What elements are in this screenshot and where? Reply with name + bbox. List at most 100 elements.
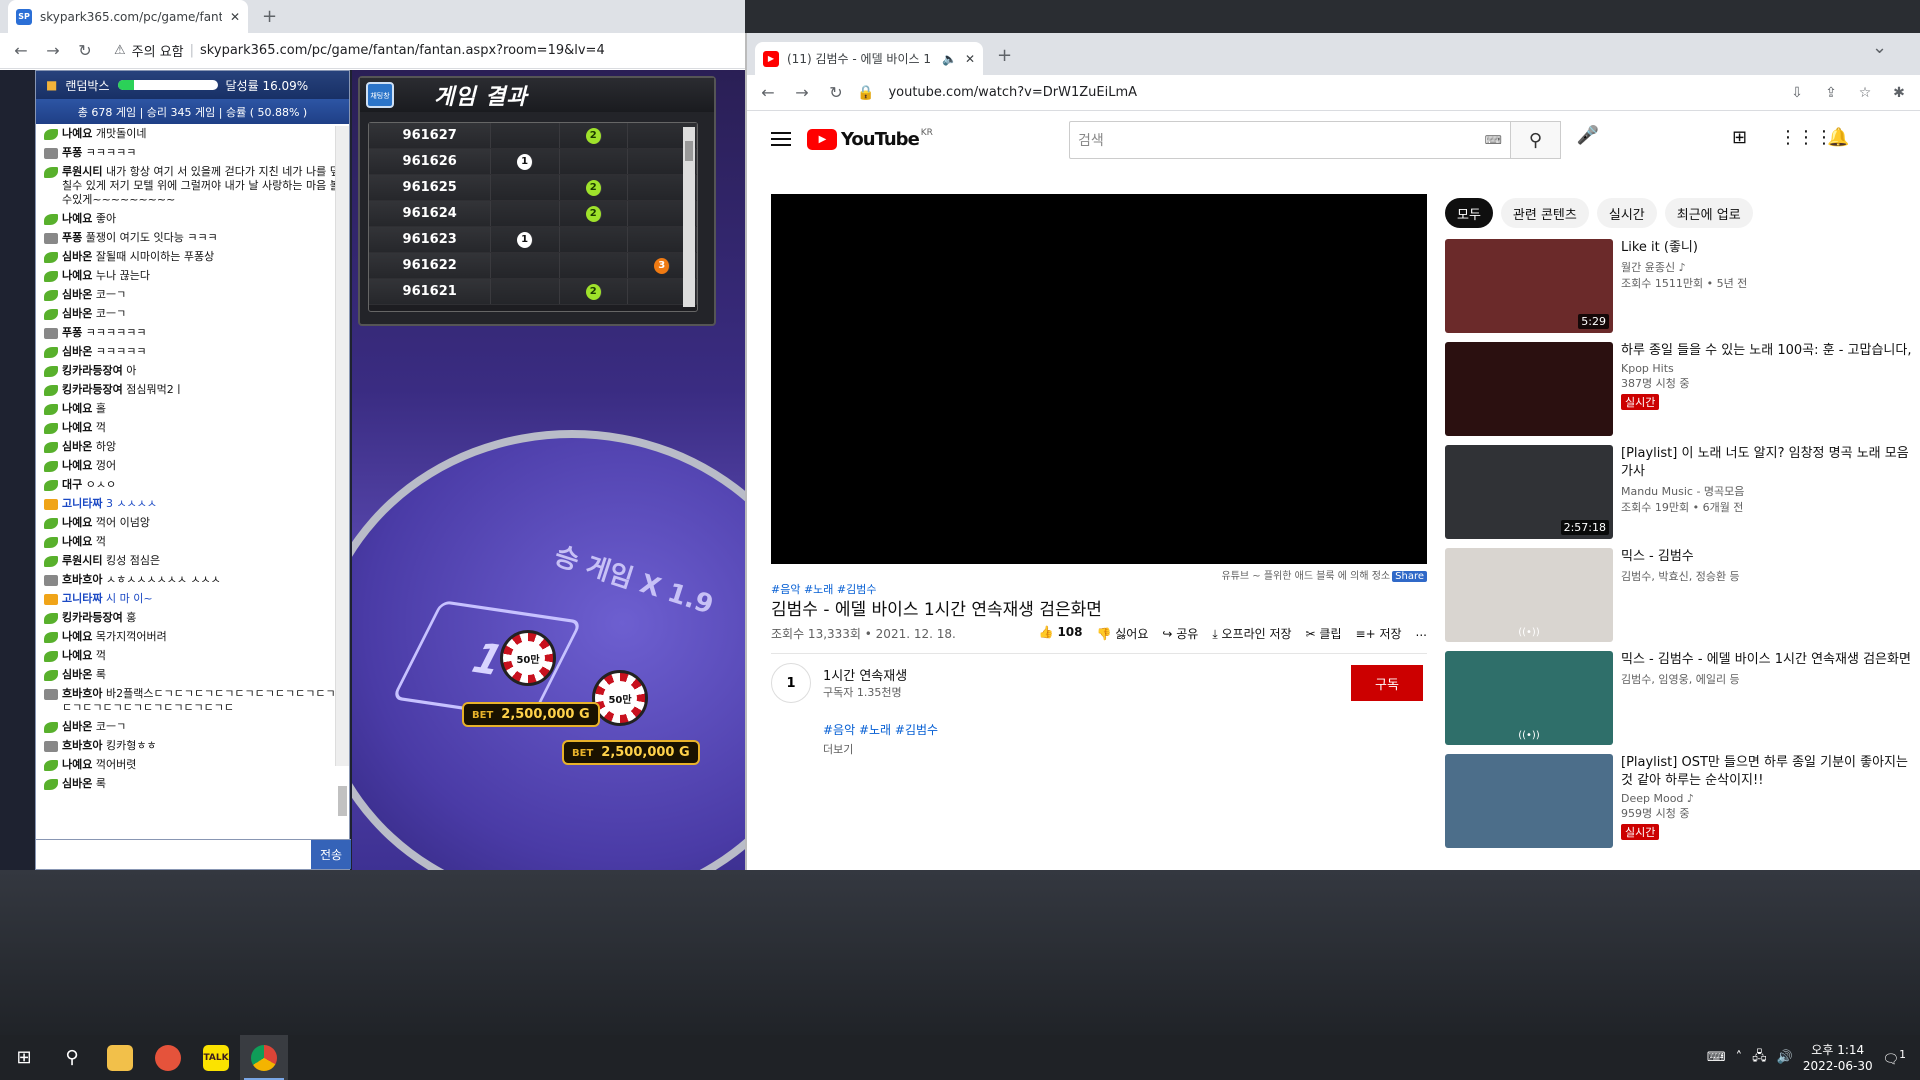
- rec-title[interactable]: 하루 종일 들을 수 있는 노래 100곡: 훈 - 고맙습니다,: [1621, 342, 1920, 360]
- search-icon[interactable]: ⚲: [48, 1035, 96, 1080]
- chat-scrollbar[interactable]: [335, 126, 349, 816]
- video-thumbnail[interactable]: [1445, 342, 1613, 436]
- create-icon[interactable]: ⊞: [1732, 127, 1747, 148]
- filter-chip[interactable]: 최근에 업로: [1664, 198, 1753, 228]
- chat-user[interactable]: 고니타짜: [62, 497, 102, 510]
- avatar[interactable]: 1: [771, 663, 811, 703]
- chat-user[interactable]: 루원시티: [62, 554, 102, 567]
- back-icon[interactable]: ←: [755, 83, 781, 102]
- chat-user[interactable]: 나예요: [62, 402, 92, 415]
- chat-user[interactable]: 심바온: [62, 250, 92, 263]
- chat-user[interactable]: 나예요: [62, 212, 92, 225]
- subscribe-button[interactable]: 구독: [1351, 665, 1423, 701]
- video-thumbnail[interactable]: 5:29: [1445, 239, 1613, 333]
- save-button[interactable]: ≡+ 저장: [1356, 625, 1402, 642]
- windows-start-icon[interactable]: ⊞: [0, 1035, 48, 1080]
- like-button[interactable]: 👍 108: [1039, 625, 1083, 642]
- reload-icon[interactable]: ↻: [72, 41, 98, 60]
- dislike-button[interactable]: 👎 싫어요: [1097, 625, 1149, 642]
- recommended-video[interactable]: 5:29 Like it (좋니) 월간 윤종신 ♪ 조회수 1511만회 • 5년 …: [1445, 239, 1920, 342]
- right-url[interactable]: youtube.com/watch?v=DrW1ZuEiLmA: [888, 85, 1776, 100]
- network-icon[interactable]: 🖧: [1752, 1047, 1767, 1069]
- offline-save-button[interactable]: ⤓ 오프라인 저장: [1212, 625, 1291, 642]
- show-more-button[interactable]: 더보기: [823, 741, 853, 757]
- close-tab-icon[interactable]: ✕: [965, 52, 975, 66]
- chat-badge-icon[interactable]: 채팅창: [366, 82, 394, 108]
- share-icon[interactable]: ⇪: [1818, 85, 1844, 101]
- new-tab-icon[interactable]: +: [262, 6, 277, 27]
- chat-user[interactable]: 심바온: [62, 345, 92, 358]
- notification-icon[interactable]: 🗨1: [1883, 1048, 1906, 1067]
- chat-user[interactable]: 푸퐁: [62, 231, 82, 244]
- new-tab-icon[interactable]: +: [997, 45, 1012, 66]
- youtube-logo[interactable]: ▶ YouTube KR: [807, 128, 933, 150]
- rec-title[interactable]: 믹스 - 김범수 - 에델 바이스 1시간 연속재생 검은화면: [1621, 651, 1920, 669]
- chat-user[interactable]: 푸퐁: [62, 146, 82, 159]
- rec-title[interactable]: [Playlist] 이 노래 너도 알지? 임창정 명곡 노래 모음 가사: [1621, 445, 1920, 481]
- chat-user[interactable]: 킹카라등장여: [62, 364, 123, 377]
- extensions-icon[interactable]: ✱: [1886, 85, 1912, 101]
- chat-user[interactable]: 심바온: [62, 668, 92, 681]
- keyboard-icon[interactable]: ⌨: [1707, 1050, 1726, 1065]
- chat-input[interactable]: [36, 840, 311, 869]
- share-button[interactable]: ↪ 공유: [1162, 625, 1198, 642]
- search-icon[interactable]: ⚲: [1511, 121, 1561, 159]
- filter-chip[interactable]: 실시간: [1596, 198, 1657, 228]
- video-player[interactable]: [771, 194, 1427, 564]
- rec-channel[interactable]: 김범수, 박효신, 정승환 등: [1621, 568, 1920, 584]
- results-scrollbar[interactable]: [683, 127, 695, 307]
- chat-user[interactable]: 킹카라등장여: [62, 611, 123, 624]
- chat-user[interactable]: 나예요: [62, 421, 92, 434]
- chrome-icon[interactable]: [240, 1035, 288, 1080]
- chat-user[interactable]: 심바온: [62, 777, 92, 790]
- back-icon[interactable]: ←: [8, 41, 34, 60]
- chat-user[interactable]: 나예요: [62, 649, 92, 662]
- video-thumbnail[interactable]: ((•)): [1445, 651, 1613, 745]
- chat-user[interactable]: 나예요: [62, 459, 92, 472]
- chat-user[interactable]: 나예요: [62, 758, 92, 771]
- share-button[interactable]: Share: [1392, 571, 1427, 582]
- chat-user[interactable]: 심바온: [62, 288, 92, 301]
- forward-icon[interactable]: →: [789, 83, 815, 102]
- chat-user[interactable]: 고니타짜: [62, 592, 102, 605]
- youtube-tab[interactable]: ▶ (11) 김범수 - 에델 바이스 1 🔈 ✕: [755, 42, 983, 75]
- send-button[interactable]: 전송: [311, 840, 351, 869]
- mute-icon[interactable]: 🔈: [942, 52, 957, 66]
- chat-user[interactable]: 나예요: [62, 127, 92, 140]
- clock[interactable]: 오후 1:14 2022-06-30: [1803, 1042, 1873, 1074]
- install-icon[interactable]: ⇩: [1784, 85, 1810, 101]
- kakaotalk-icon[interactable]: TALK: [192, 1035, 240, 1080]
- chat-user[interactable]: 나예요: [62, 535, 92, 548]
- left-address-bar[interactable]: ⚠ 주의 요함 | skypark365.com/pc/game/fantan/…: [104, 37, 615, 65]
- chat-user[interactable]: 심바온: [62, 720, 92, 733]
- forward-icon[interactable]: →: [40, 41, 66, 60]
- star-icon[interactable]: ☆: [1852, 85, 1878, 101]
- search-input[interactable]: 검색 ⌨: [1069, 121, 1511, 159]
- rec-channel[interactable]: Mandu Music - 명곡모음: [1621, 483, 1920, 499]
- recommended-video[interactable]: [Playlist] OST만 들으면 하루 종일 기분이 좋아지는 것 같아 …: [1445, 754, 1920, 857]
- more-icon[interactable]: ...: [1416, 625, 1427, 642]
- chevron-up-icon[interactable]: ˄: [1736, 1050, 1743, 1065]
- chat-user[interactable]: 흐바흐아: [62, 739, 102, 752]
- recommended-video[interactable]: ((•)) 믹스 - 김범수김범수, 박효신, 정승환 등: [1445, 548, 1920, 651]
- chat-user[interactable]: 심바온: [62, 307, 92, 320]
- rec-title[interactable]: 믹스 - 김범수: [1621, 548, 1920, 566]
- chat-user[interactable]: 나예요: [62, 516, 92, 529]
- menu-icon[interactable]: [771, 132, 791, 146]
- chat-user[interactable]: 심바온: [62, 440, 92, 453]
- video-thumbnail[interactable]: 2:57:18: [1445, 445, 1613, 539]
- reload-icon[interactable]: ↻: [823, 83, 849, 102]
- chat-user[interactable]: 킹카라등장여: [62, 383, 123, 396]
- chat-user[interactable]: 흐바흐아: [62, 573, 102, 586]
- chat-user[interactable]: 루원시티: [62, 165, 102, 178]
- video-thumbnail[interactable]: ((•)): [1445, 548, 1613, 642]
- rec-channel[interactable]: 김범수, 임영웅, 에일리 등: [1621, 671, 1920, 687]
- filter-chip[interactable]: 관련 콘텐츠: [1500, 198, 1589, 228]
- chat-user[interactable]: 나예요: [62, 269, 92, 282]
- rec-channel[interactable]: 월간 윤종신 ♪: [1621, 259, 1920, 275]
- close-tab-icon[interactable]: ✕: [230, 10, 240, 24]
- chevron-down-icon[interactable]: ⌄: [1872, 37, 1887, 58]
- app-icon[interactable]: [144, 1035, 192, 1080]
- file-explorer-icon[interactable]: [96, 1035, 144, 1080]
- mic-icon[interactable]: 🎤: [1573, 125, 1603, 155]
